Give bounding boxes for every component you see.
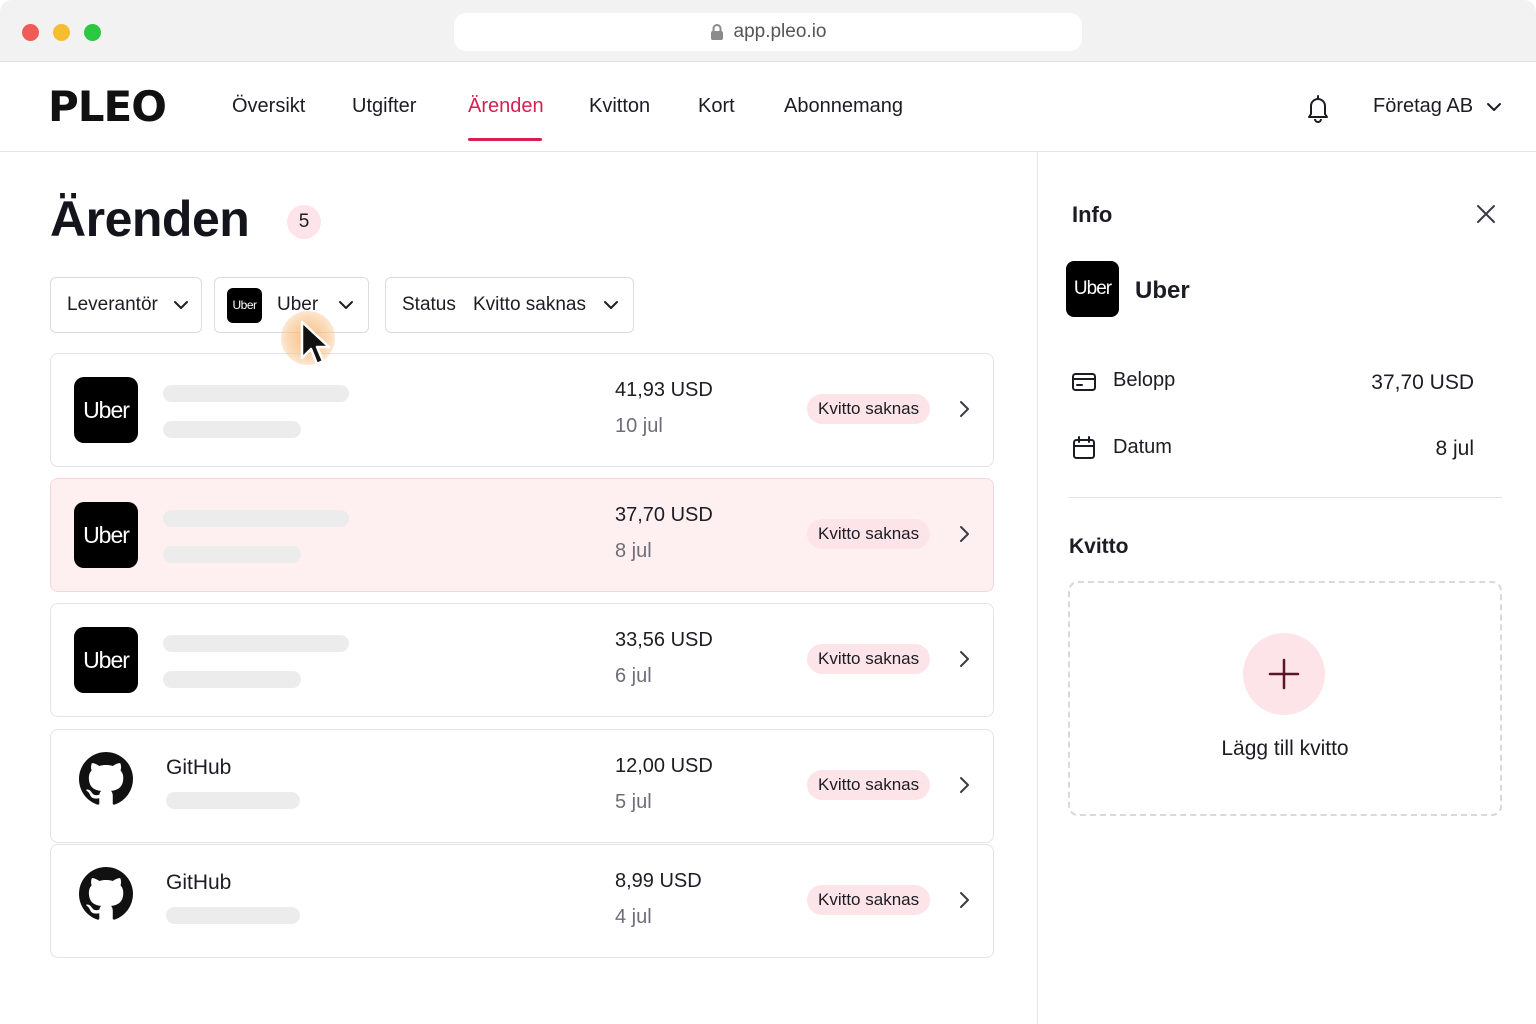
row-amount: 33,56 USD bbox=[615, 629, 713, 651]
chevron-down-icon bbox=[339, 301, 353, 309]
expense-row[interactable]: GitHub 8,99 USD 4 jul Kvitto saknas bbox=[50, 844, 994, 958]
status-filter[interactable]: Status Kvitto saknas bbox=[385, 277, 634, 333]
nav-item-utgifter[interactable]: Utgifter bbox=[352, 95, 416, 118]
loading-placeholder bbox=[163, 510, 349, 527]
loading-placeholder bbox=[163, 546, 301, 563]
row-vendor: GitHub bbox=[166, 756, 232, 779]
panel-title: Info bbox=[1072, 202, 1113, 227]
nav-item-abonnemang[interactable]: Abonnemang bbox=[784, 95, 903, 118]
top-navigation: PLEO Översikt Utgifter Ärenden Kvitton K… bbox=[0, 62, 1536, 152]
add-receipt-dropzone[interactable]: Lägg till kvitto bbox=[1068, 581, 1502, 816]
uber-logo: Uber bbox=[227, 287, 262, 323]
loading-placeholder bbox=[163, 635, 349, 652]
expense-row[interactable]: Uber 41,93 USD 10 jul Kvitto saknas bbox=[50, 353, 994, 467]
close-window-button[interactable] bbox=[22, 24, 39, 41]
amount-label: Belopp bbox=[1113, 369, 1176, 391]
status-filter-value: Kvitto saknas bbox=[473, 294, 586, 315]
chevron-down-icon[interactable] bbox=[1484, 97, 1504, 117]
row-date: 10 jul bbox=[615, 415, 663, 437]
row-vendor: GitHub bbox=[166, 871, 232, 894]
maximize-window-button[interactable] bbox=[84, 24, 101, 41]
uber-logo: Uber bbox=[74, 502, 138, 568]
chevron-right-icon bbox=[960, 777, 969, 793]
row-date: 8 jul bbox=[615, 540, 652, 562]
loading-placeholder bbox=[163, 385, 349, 402]
row-amount: 37,70 USD bbox=[615, 504, 713, 526]
uber-logo: Uber bbox=[74, 627, 138, 693]
status-filter-label: Status bbox=[402, 294, 456, 315]
mouse-pointer-icon bbox=[300, 320, 331, 366]
uber-logo: Uber bbox=[74, 377, 138, 443]
chevron-right-icon bbox=[960, 651, 969, 667]
nav-item-kort[interactable]: Kort bbox=[698, 95, 735, 118]
url-text: app.pleo.io bbox=[733, 21, 827, 42]
receipt-section-title: Kvitto bbox=[1069, 535, 1129, 558]
nav-item-arenden[interactable]: Ärenden bbox=[468, 95, 544, 118]
status-badge: Kvitto saknas bbox=[807, 644, 931, 674]
uber-logo: Uber bbox=[1066, 261, 1119, 317]
loading-placeholder bbox=[163, 671, 301, 688]
expense-row[interactable]: Uber 33,56 USD 6 jul Kvitto saknas bbox=[50, 603, 994, 717]
chevron-down-icon bbox=[174, 301, 188, 309]
row-amount: 12,00 USD bbox=[615, 755, 713, 777]
chevron-right-icon bbox=[960, 401, 969, 417]
add-receipt-button[interactable] bbox=[1243, 633, 1325, 715]
loading-placeholder bbox=[166, 792, 300, 809]
bell-icon[interactable] bbox=[1302, 92, 1334, 124]
row-date: 5 jul bbox=[615, 791, 652, 813]
github-icon bbox=[79, 752, 133, 805]
active-tab-indicator bbox=[468, 138, 542, 141]
date-value: 8 jul bbox=[1435, 437, 1474, 460]
status-badge: Kvitto saknas bbox=[807, 770, 931, 800]
amount-value: 37,70 USD bbox=[1371, 371, 1474, 394]
loading-placeholder bbox=[163, 421, 301, 438]
date-label: Datum bbox=[1113, 436, 1172, 458]
row-amount: 8,99 USD bbox=[615, 870, 702, 892]
nav-item-oversikt[interactable]: Översikt bbox=[232, 95, 305, 118]
row-amount: 41,93 USD bbox=[615, 379, 713, 401]
add-receipt-label: Lägg till kvitto bbox=[1221, 737, 1349, 760]
company-switcher[interactable]: Företag AB bbox=[1373, 95, 1473, 118]
minimize-window-button[interactable] bbox=[53, 24, 70, 41]
chevron-down-icon bbox=[604, 301, 618, 309]
card-icon bbox=[1072, 373, 1096, 391]
count-badge: 5 bbox=[287, 205, 321, 239]
row-date: 4 jul bbox=[615, 906, 652, 928]
plus-icon bbox=[1268, 658, 1300, 690]
nav-item-kvitton[interactable]: Kvitton bbox=[589, 95, 650, 118]
close-icon[interactable] bbox=[1474, 202, 1498, 226]
address-bar[interactable]: app.pleo.io bbox=[454, 13, 1082, 51]
app-window: app.pleo.io PLEO Översikt Utgifter Ärend… bbox=[0, 0, 1536, 1024]
status-badge: Kvitto saknas bbox=[807, 885, 931, 915]
loading-placeholder bbox=[166, 907, 300, 924]
chevron-right-icon bbox=[960, 892, 969, 908]
browser-chrome: app.pleo.io bbox=[0, 0, 1536, 62]
expense-row[interactable]: GitHub 12,00 USD 5 jul Kvitto saknas bbox=[50, 729, 994, 843]
calendar-icon bbox=[1073, 436, 1095, 459]
status-badge: Kvitto saknas bbox=[807, 519, 931, 549]
supplier-filter[interactable]: Leverantör bbox=[50, 277, 202, 333]
chevron-right-icon bbox=[960, 526, 969, 542]
github-icon bbox=[79, 867, 133, 920]
expense-row[interactable]: Uber 37,70 USD 8 jul Kvitto saknas bbox=[50, 478, 994, 592]
lock-icon bbox=[710, 24, 723, 40]
status-badge: Kvitto saknas bbox=[807, 394, 931, 424]
pleo-logo[interactable]: PLEO bbox=[48, 82, 167, 131]
divider bbox=[1069, 497, 1502, 498]
row-date: 6 jul bbox=[615, 665, 652, 687]
info-panel: Info Uber Uber Belopp 37,70 USD Datum 8 … bbox=[1037, 152, 1536, 1024]
panel-vendor-name: Uber bbox=[1135, 277, 1190, 304]
page-title: Ärenden bbox=[50, 191, 250, 247]
supplier-filter-label: Leverantör bbox=[67, 294, 158, 315]
